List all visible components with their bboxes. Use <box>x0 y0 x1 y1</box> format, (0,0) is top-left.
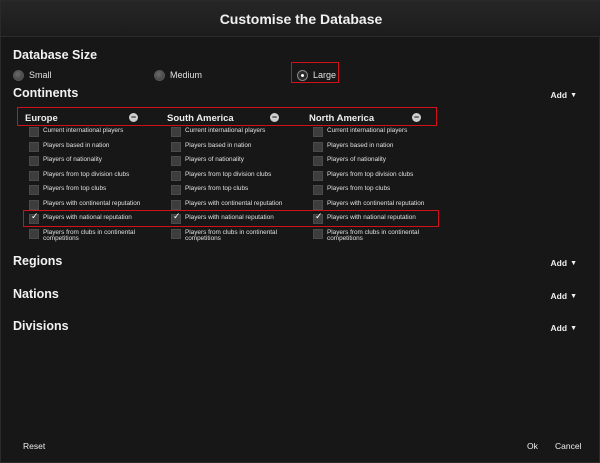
divisions-add-label: Add <box>550 323 568 333</box>
checkbox[interactable] <box>313 127 323 137</box>
continent-north-america-heading: North America <box>309 112 375 124</box>
list-item[interactable]: Players from top clubs <box>171 185 285 200</box>
list-item[interactable]: Players from top division clubs <box>29 170 143 186</box>
checkbox[interactable] <box>171 185 181 195</box>
minus-circle-icon[interactable]: − <box>270 113 279 122</box>
minus-circle-icon[interactable]: − <box>412 113 421 122</box>
checkbox[interactable] <box>313 228 323 239</box>
continents-add-label: Add <box>550 90 568 100</box>
checkbox[interactable] <box>313 170 323 181</box>
minus-circle-icon[interactable]: − <box>129 113 138 122</box>
checkbox[interactable] <box>171 170 181 181</box>
cancel-button[interactable]: Cancel <box>555 441 581 451</box>
radio-small-indicator[interactable] <box>13 69 24 81</box>
list-item[interactable]: Players based in nation <box>171 141 285 157</box>
list-item[interactable]: Players of nationality <box>171 156 285 171</box>
radio-medium[interactable]: Medium <box>154 68 202 82</box>
checkbox[interactable] <box>29 170 39 181</box>
divisions-heading: Divisions <box>13 319 69 333</box>
list-item[interactable]: Players from top division clubs <box>171 170 285 186</box>
list-item[interactable]: Current international players <box>313 127 427 142</box>
checkbox[interactable] <box>313 141 323 152</box>
nations-heading: Nations <box>13 287 59 301</box>
list-item[interactable]: Current international players <box>171 127 285 142</box>
reset-button[interactable]: Reset <box>23 441 45 451</box>
list-item[interactable]: Players based in nation <box>29 141 143 157</box>
radio-medium-indicator[interactable] <box>154 69 165 81</box>
checkbox[interactable] <box>171 228 181 239</box>
list-item[interactable]: Players based in nation <box>313 141 427 157</box>
checkbox[interactable] <box>313 185 323 195</box>
database-size-heading: Database Size <box>13 48 98 62</box>
checkbox[interactable] <box>171 127 181 137</box>
customise-database-dialog: Customise the Database Database Size Sma… <box>0 0 600 463</box>
list-item[interactable]: Players from top clubs <box>29 185 143 200</box>
checkbox[interactable] <box>171 156 181 166</box>
continents-heading: Continents <box>13 86 79 100</box>
checkbox[interactable] <box>171 199 181 210</box>
list-item[interactable]: Players from top division clubs <box>313 170 427 186</box>
regions-add-label: Add <box>550 258 568 268</box>
checkbox[interactable] <box>171 141 181 152</box>
divisions-add-button[interactable]: Add ▼ <box>551 321 577 335</box>
list-item[interactable]: Players of nationality <box>29 156 143 171</box>
list-item[interactable]: Current international players <box>29 127 143 142</box>
list-item[interactable]: Players from clubs in continental compet… <box>29 228 143 244</box>
caret-down-icon: ▼ <box>570 259 577 267</box>
continent-europe-heading: Europe <box>25 112 58 124</box>
list-item[interactable]: Players from clubs in continental compet… <box>171 228 285 244</box>
continents-add-button[interactable]: Add ▼ <box>551 88 577 102</box>
ok-button[interactable]: Ok <box>527 441 538 451</box>
list-item[interactable]: Players of nationality <box>313 156 427 171</box>
list-item[interactable]: Players from clubs in continental compet… <box>313 228 427 244</box>
radio-small-label: Small <box>29 70 52 80</box>
checkbox[interactable] <box>29 127 39 137</box>
checkbox[interactable] <box>29 141 39 152</box>
checkbox[interactable] <box>29 185 39 195</box>
radio-small[interactable]: Small <box>13 68 52 82</box>
checkbox[interactable] <box>29 156 39 166</box>
regions-add-button[interactable]: Add ▼ <box>551 256 577 270</box>
list-item[interactable]: Players from top clubs <box>313 185 427 200</box>
radio-medium-label: Medium <box>170 70 203 80</box>
national-reputation-highlight <box>23 210 439 227</box>
caret-down-icon: ▼ <box>570 91 577 99</box>
checkbox[interactable] <box>29 199 39 210</box>
caret-down-icon: ▼ <box>570 324 577 332</box>
regions-heading: Regions <box>13 254 63 268</box>
checkbox[interactable] <box>313 156 323 166</box>
continent-south-america-heading: South America <box>167 112 234 124</box>
caret-down-icon: ▼ <box>570 292 577 300</box>
nations-add-label: Add <box>550 291 568 301</box>
checkbox[interactable] <box>313 199 323 210</box>
dialog-title: Customise the Database <box>1 1 600 37</box>
checkbox[interactable] <box>29 228 39 239</box>
nations-add-button[interactable]: Add ▼ <box>551 289 577 303</box>
large-option-highlight <box>291 62 339 83</box>
